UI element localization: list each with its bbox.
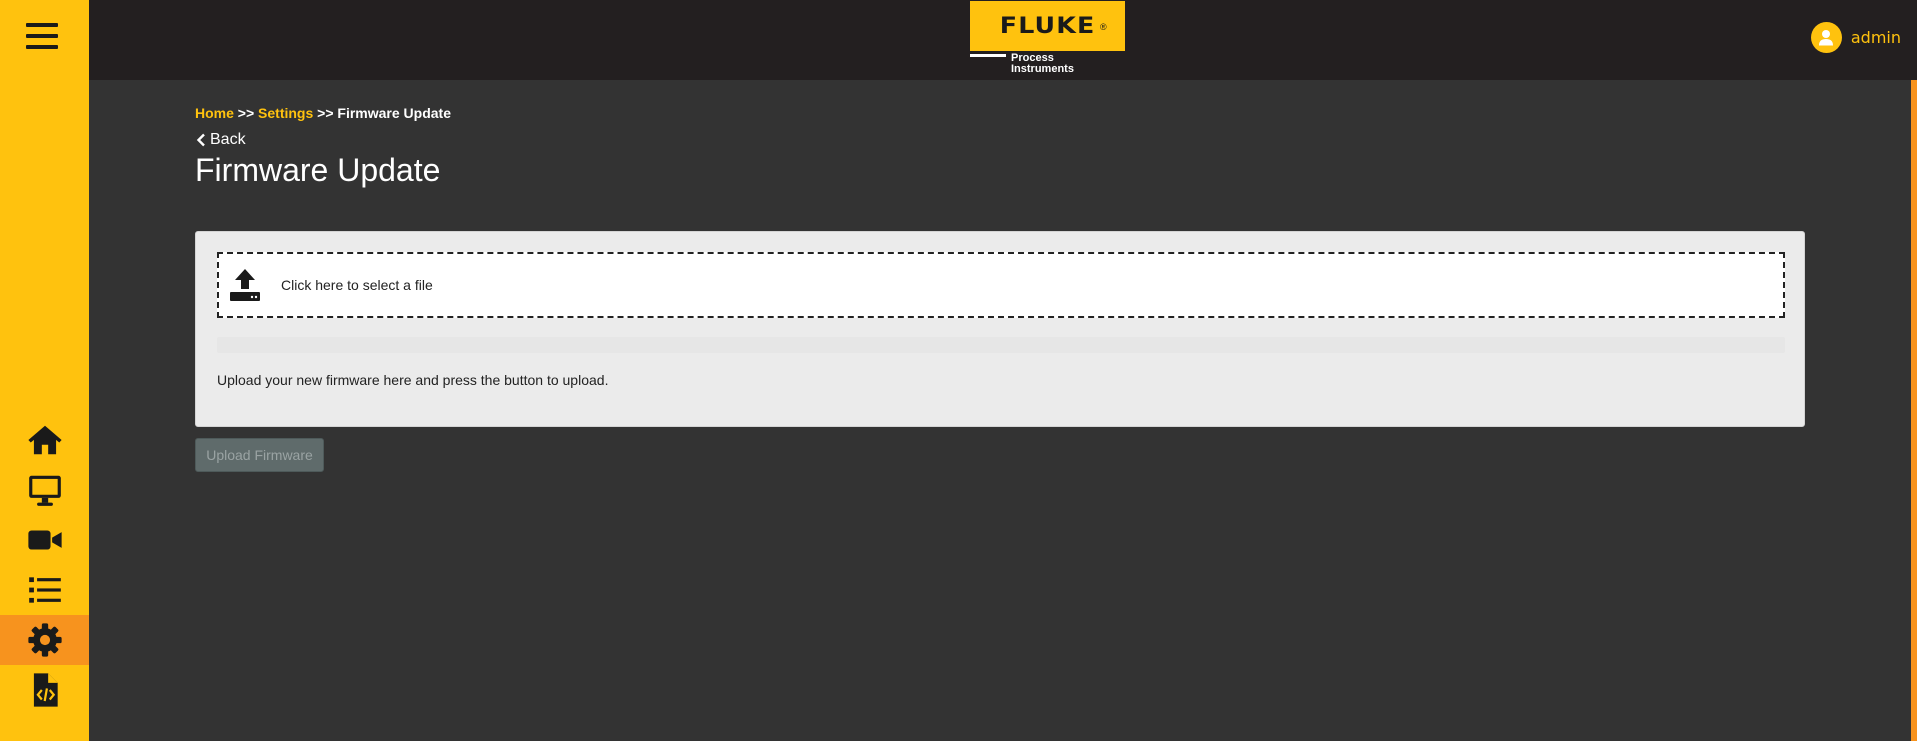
hamburger-menu-icon[interactable] (26, 23, 58, 51)
upload-icon (230, 269, 260, 301)
upload-progress-bar (217, 337, 1785, 353)
sidebar-item-video[interactable] (0, 515, 89, 565)
page-title: Firmware Update (195, 152, 441, 188)
sidebar (0, 0, 89, 741)
home-icon (27, 425, 62, 455)
breadcrumb: Home >> Settings >> Firmware Update (195, 105, 451, 121)
upload-card: Click here to select a file Upload your … (195, 231, 1805, 427)
video-camera-icon (27, 530, 62, 550)
top-bar: FLUKE ® Process Instruments admin (89, 0, 1917, 80)
sidebar-item-code-file[interactable] (0, 665, 89, 715)
user-icon (1810, 22, 1842, 53)
logo-brand: FLUKE (999, 13, 1096, 39)
back-link[interactable]: Back (196, 131, 246, 149)
upload-firmware-button[interactable]: Upload Firmware (195, 438, 324, 472)
fluke-logo: FLUKE ® Process Instruments (970, 1, 1125, 75)
sidebar-item-list[interactable] (0, 565, 89, 615)
breadcrumb-current: Firmware Update (337, 105, 452, 121)
file-dropzone[interactable]: Click here to select a file (217, 252, 1785, 318)
logo-subtitle-line2: Instruments (1011, 63, 1074, 75)
breadcrumb-separator: >> (237, 105, 255, 121)
user-menu[interactable]: admin (1810, 22, 1901, 53)
monitor-icon (28, 475, 61, 506)
sidebar-item-monitor[interactable] (0, 465, 89, 515)
logo-registered-mark: ® (1100, 22, 1107, 32)
logo-bar (970, 54, 1006, 57)
gear-icon (27, 623, 62, 657)
chevron-left-icon (196, 133, 205, 147)
list-icon (28, 577, 61, 603)
page-scrollbar[interactable] (1911, 80, 1917, 741)
dropzone-label: Click here to select a file (281, 277, 433, 293)
breadcrumb-settings-link[interactable]: Settings (258, 105, 313, 121)
back-label: Back (210, 131, 246, 148)
code-file-icon (33, 673, 58, 707)
breadcrumb-separator: >> (317, 105, 334, 121)
logo-subtitle: Process Instruments (1011, 53, 1074, 75)
sidebar-item-home[interactable] (0, 415, 89, 465)
user-name: admin (1850, 28, 1901, 47)
breadcrumb-home-link[interactable]: Home (195, 105, 234, 121)
sidebar-item-settings[interactable] (0, 615, 89, 665)
upload-help-text: Upload your new firmware here and press … (217, 372, 609, 388)
